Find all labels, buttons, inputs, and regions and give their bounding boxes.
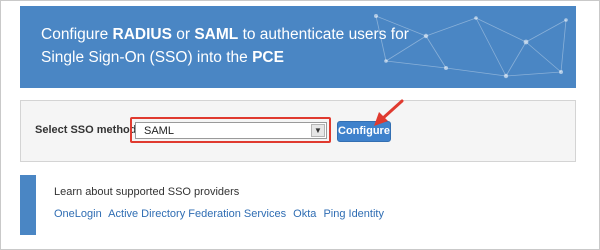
providers-links: OneLogin Active Directory Federation Ser… (54, 208, 388, 220)
banner-radius: RADIUS (112, 26, 172, 43)
provider-link-adfs[interactable]: Active Directory Federation Services (108, 208, 286, 220)
providers-accent-bar (20, 175, 36, 235)
banner-saml: SAML (194, 26, 239, 43)
banner-title-text: Configure (41, 26, 113, 43)
provider-link-ping-identity[interactable]: Ping Identity (323, 208, 384, 220)
banner-title: Configure RADIUS or SAML to authenticate… (41, 23, 441, 69)
sso-method-panel: Select SSO method SAML ▼ Configure (20, 100, 576, 162)
sso-method-label: Select SSO method (35, 124, 137, 136)
providers-title: Learn about supported SSO providers (54, 186, 240, 198)
provider-link-okta[interactable]: Okta (293, 208, 316, 220)
sso-method-select-value: SAML (144, 125, 174, 137)
banner-title-text: or (171, 26, 195, 43)
red-arrow-annotation (374, 99, 404, 126)
provider-link-onelogin[interactable]: OneLogin (54, 208, 102, 220)
sso-banner: Configure RADIUS or SAML to authenticate… (20, 6, 576, 88)
chevron-down-icon[interactable]: ▼ (311, 124, 325, 137)
sso-method-select[interactable]: SAML ▼ (135, 122, 327, 139)
sso-providers-section: Learn about supported SSO providers OneL… (20, 175, 576, 235)
banner-pce: PCE (252, 49, 284, 66)
